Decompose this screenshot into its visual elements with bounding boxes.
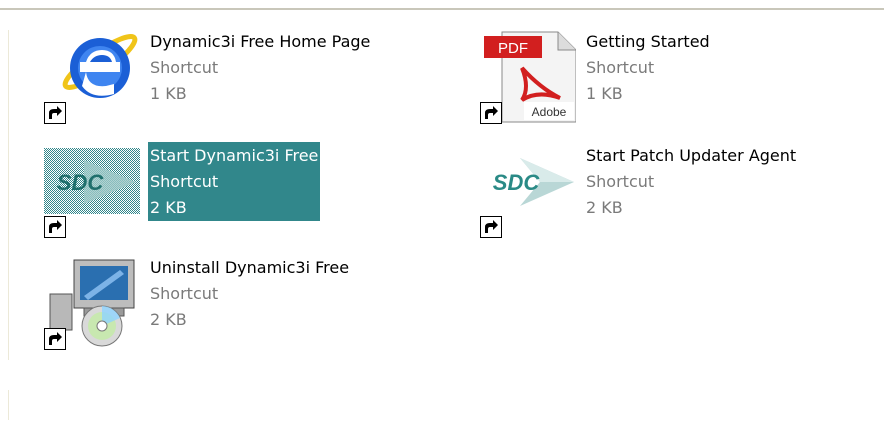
item-type: Shortcut — [150, 172, 219, 191]
item-size: 2 KB — [150, 310, 187, 329]
left-edge-lower — [8, 390, 9, 420]
sdc-text: SDC — [57, 170, 105, 195]
sdc-logo-icon: SDC — [480, 142, 576, 238]
shortcut-arrow-icon — [44, 328, 66, 350]
item-name: Dynamic3i Free Home Page — [150, 32, 371, 51]
sdc-logo-icon: SDC — [44, 142, 140, 238]
file-item-getting-started[interactable]: PDF Adobe Getting Started Shortcut 1 KB — [480, 28, 884, 124]
left-edge — [8, 30, 9, 360]
item-size: 1 KB — [586, 84, 623, 103]
internet-explorer-icon — [44, 28, 140, 124]
item-name: Start Dynamic3i Free — [150, 146, 319, 165]
item-type: Shortcut — [586, 172, 655, 191]
sdc-text: SDC — [493, 170, 541, 195]
shortcut-arrow-icon — [44, 216, 66, 238]
shortcut-arrow-icon — [44, 102, 66, 124]
item-type: Shortcut — [150, 284, 219, 303]
file-item-uninstall-dynamic3i-free[interactable]: Uninstall Dynamic3i Free Shortcut 2 KB — [44, 254, 464, 350]
pdf-document-icon: PDF Adobe — [480, 28, 576, 124]
header-divider — [0, 8, 884, 10]
item-name: Start Patch Updater Agent — [586, 146, 797, 165]
file-item-start-dynamic3i-free[interactable]: SDC Start Dynamic3i Free Shortcut 2 KB — [44, 141, 464, 238]
item-size: 2 KB — [150, 198, 187, 217]
item-size: 2 KB — [586, 198, 623, 217]
file-item-dynamic3i-home-page[interactable]: Dynamic3i Free Home Page Shortcut 1 KB — [44, 28, 464, 124]
item-type: Shortcut — [586, 58, 655, 77]
shortcut-arrow-icon — [480, 216, 502, 238]
item-name: Uninstall Dynamic3i Free — [150, 258, 350, 277]
item-name: Getting Started — [586, 32, 710, 51]
file-item-start-patch-updater-agent[interactable]: SDC Start Patch Updater Agent Shortcut 2… — [480, 142, 884, 238]
adobe-text: Adobe — [532, 105, 567, 119]
item-size: 1 KB — [150, 84, 187, 103]
item-type: Shortcut — [150, 58, 219, 77]
pdf-badge-text: PDF — [498, 40, 528, 57]
shortcut-arrow-icon — [480, 102, 502, 124]
installer-computer-cd-icon — [44, 254, 140, 350]
